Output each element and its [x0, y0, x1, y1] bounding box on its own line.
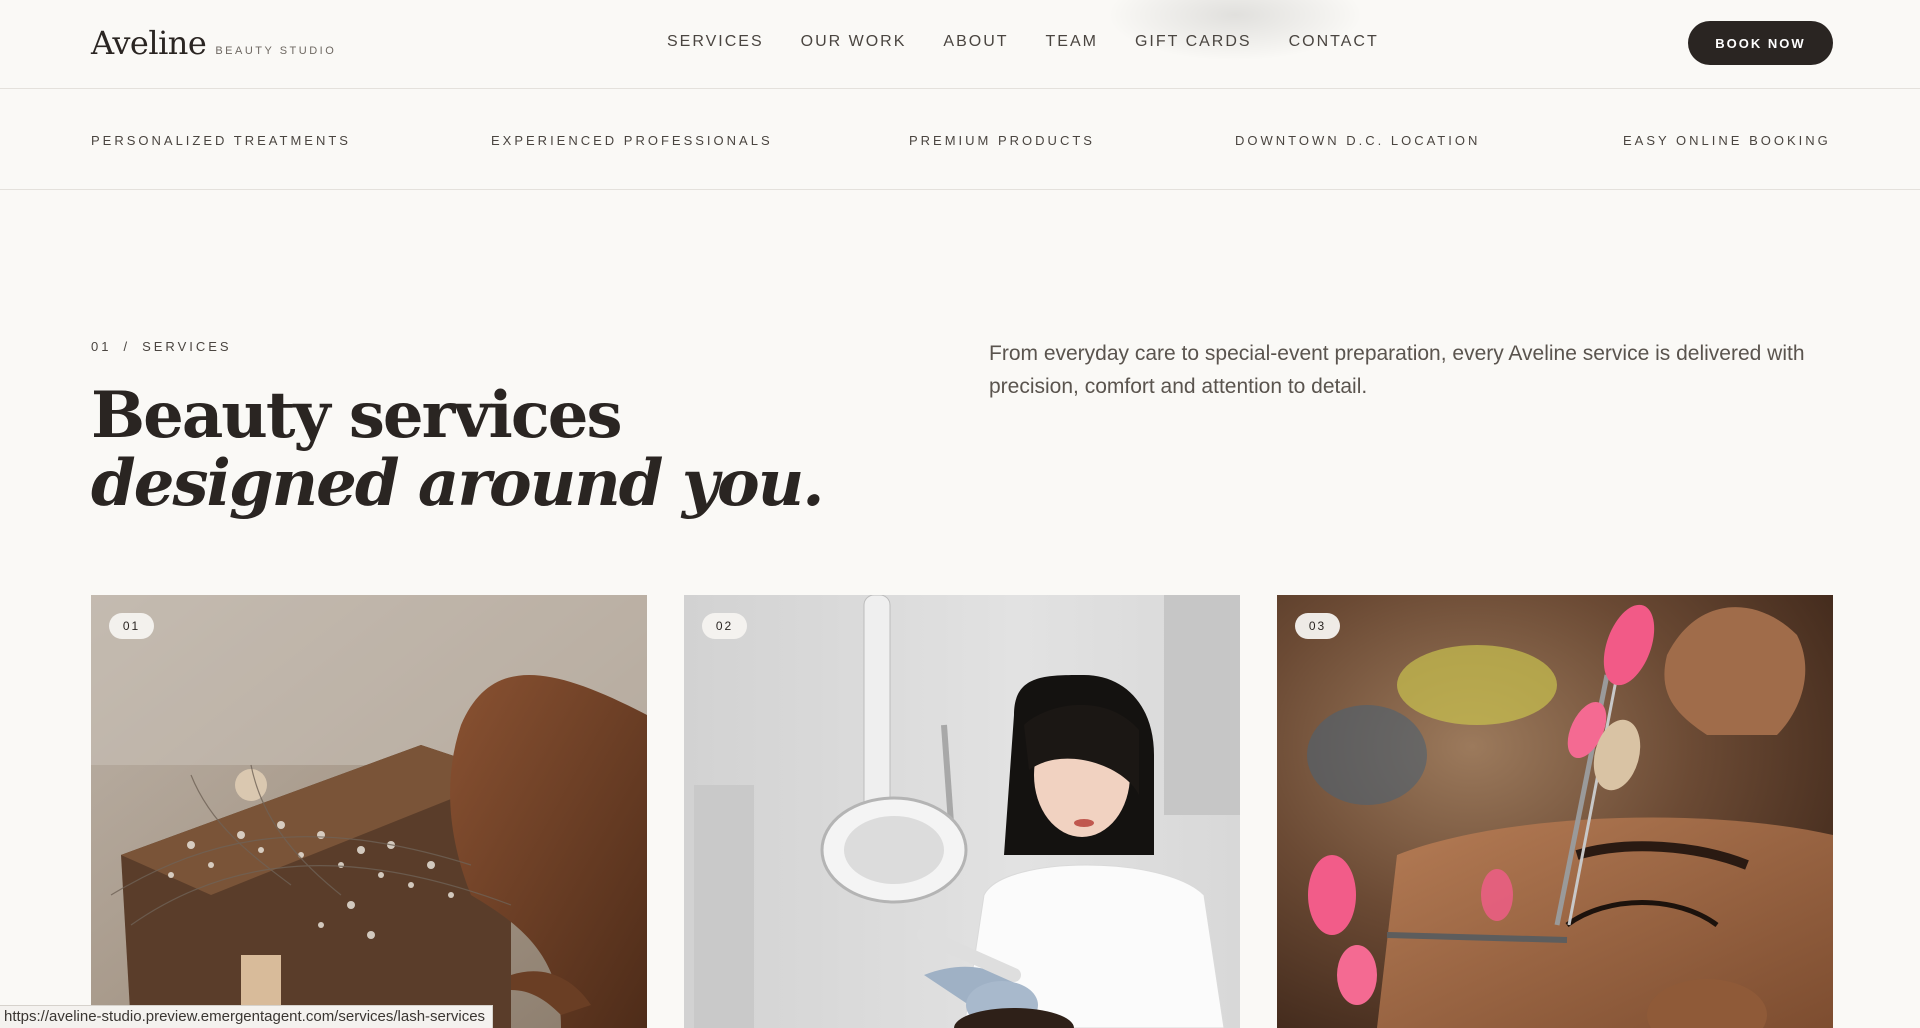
headline-line-1: Beauty services	[91, 378, 623, 453]
nav-contact[interactable]: CONTACT	[1289, 33, 1379, 51]
brand-subtitle: BEAUTY STUDIO	[215, 45, 337, 57]
feature-personalized-treatments: PERSONALIZED TREATMENTS	[91, 133, 351, 148]
service-card-2[interactable]: 02	[684, 595, 1240, 1028]
nav-about[interactable]: ABOUT	[943, 33, 1008, 51]
card-2-image	[684, 595, 1240, 1028]
card-3-number: 03	[1295, 613, 1340, 639]
feature-experienced-professionals: EXPERIENCED PROFESSIONALS	[491, 133, 773, 148]
feature-strip: PERSONALIZED TREATMENTS EXPERIENCED PROF…	[0, 89, 1920, 190]
browser-status-bar: https://aveline-studio.preview.emergenta…	[0, 1005, 494, 1028]
site-header: Aveline BEAUTY STUDIO SERVICES OUR WORK …	[0, 0, 1920, 89]
service-card-3[interactable]: 03	[1277, 595, 1833, 1028]
feature-online-booking: EASY ONLINE BOOKING	[1623, 133, 1831, 148]
section-divider: /	[123, 339, 131, 354]
book-now-button[interactable]: BOOK NOW	[1688, 21, 1833, 65]
brand-logo[interactable]: Aveline BEAUTY STUDIO	[91, 24, 336, 62]
nav-hover-glow	[1110, 0, 1360, 60]
headline-line-2: designed around you.	[91, 446, 824, 521]
main-nav: SERVICES OUR WORK ABOUT TEAM GIFT CARDS …	[667, 33, 1416, 51]
feature-premium-products: PREMIUM PRODUCTS	[909, 133, 1095, 148]
nav-services[interactable]: SERVICES	[667, 33, 764, 51]
card-1-image	[91, 595, 647, 1028]
feature-location: DOWNTOWN D.C. LOCATION	[1235, 133, 1481, 148]
nav-gift-cards[interactable]: GIFT CARDS	[1135, 33, 1252, 51]
card-3-image	[1277, 595, 1833, 1028]
nav-team[interactable]: TEAM	[1046, 33, 1098, 51]
section-intro: From everyday care to special-event prep…	[989, 342, 1805, 398]
section-number: 01	[91, 339, 112, 354]
section-label: SERVICES	[142, 339, 232, 354]
section-headline: Beauty services designed around you.	[91, 378, 824, 521]
card-2-number: 02	[702, 613, 747, 639]
service-card-1[interactable]: 01	[91, 595, 647, 1028]
brand-name: Aveline	[91, 24, 207, 62]
nav-our-work[interactable]: OUR WORK	[801, 33, 907, 51]
card-1-number: 01	[109, 613, 154, 639]
section-eyebrow: 01 / SERVICES	[91, 339, 232, 354]
